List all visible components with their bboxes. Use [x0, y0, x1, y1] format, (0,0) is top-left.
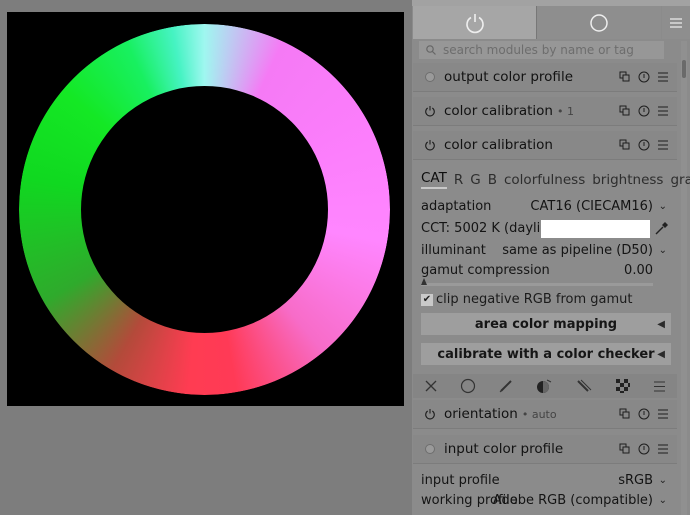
gamut-slider-track[interactable]	[421, 283, 653, 286]
working-profile-combobox[interactable]: working profile Adobe RGB (compatible) ⌄	[421, 493, 667, 508]
gamut-compression-slider[interactable]: gamut compression 0.00	[421, 263, 667, 278]
chevron-down-icon: ⌄	[658, 475, 667, 486]
chevron-down-icon: ⌄	[658, 201, 667, 212]
tab-gray[interactable]: gray	[670, 172, 690, 188]
module-header-color-calibration[interactable]: color calibration	[413, 131, 677, 160]
area-color-mapping-button[interactable]: area color mapping ◀	[421, 313, 671, 335]
reset-icon[interactable]	[637, 407, 650, 420]
tab-all-modules[interactable]	[537, 6, 661, 39]
circle-icon	[590, 13, 608, 32]
search-icon	[426, 45, 436, 55]
color-picker-icon[interactable]	[654, 221, 669, 236]
collapse-triangle-icon: ◀	[657, 318, 665, 330]
input-profile-combobox[interactable]: input profile sRGB ⌄	[421, 473, 667, 488]
adaptation-value: CAT16 (CIECAM16)	[530, 199, 653, 214]
image-canvas[interactable]	[7, 12, 404, 406]
power-icon[interactable]	[423, 138, 437, 152]
gamut-compression-label: gamut compression	[421, 263, 550, 278]
module-instance-label: • 1	[556, 104, 574, 118]
area-color-mapping-label: area color mapping	[474, 316, 618, 332]
module-name: output color profile	[444, 69, 573, 85]
chevron-down-icon: ⌄	[658, 245, 667, 256]
multi-instance-icon[interactable]	[618, 138, 631, 151]
module-header-output-color-profile[interactable]: output color profile	[413, 63, 677, 92]
reset-icon[interactable]	[637, 70, 650, 83]
module-name: color calibration	[444, 103, 553, 119]
search-placeholder: search modules by name or tag	[443, 43, 634, 57]
gamut-slider-knob[interactable]	[421, 278, 427, 285]
presets-icon[interactable]	[656, 104, 669, 117]
input-profile-value: sRGB	[618, 473, 653, 488]
hamburger-icon[interactable]	[653, 380, 666, 393]
tab-active-modules[interactable]	[413, 6, 536, 39]
calibrate-color-checker-label: calibrate with a color checker	[437, 346, 655, 362]
panel-scrollbar-thumb[interactable]	[682, 60, 686, 78]
module-always-on-icon	[423, 70, 437, 84]
module-header-orientation[interactable]: orientation • auto	[413, 400, 677, 429]
adaptation-label: adaptation	[421, 199, 492, 214]
adaptation-combobox[interactable]: adaptation CAT16 (CIECAM16) ⌄	[421, 199, 667, 214]
module-always-on-icon	[423, 442, 437, 456]
checkmark-icon[interactable]: ✔	[421, 293, 433, 306]
module-header-input-color-profile[interactable]: input color profile	[413, 435, 677, 464]
illuminant-color-swatch[interactable]	[541, 220, 650, 238]
clip-negative-checkbox[interactable]: ✔ clip negative RGB from gamut	[421, 292, 633, 307]
raster-mask-icon[interactable]	[615, 378, 631, 394]
reset-icon[interactable]	[637, 104, 650, 117]
multi-instance-icon[interactable]	[618, 70, 631, 83]
tab-g[interactable]: G	[470, 172, 480, 188]
presets-icon[interactable]	[656, 70, 669, 83]
working-profile-value: Adobe RGB (compatible)	[492, 493, 653, 508]
input-profile-label: input profile	[421, 473, 500, 488]
tab-b[interactable]: B	[488, 172, 497, 188]
multi-instance-icon[interactable]	[618, 104, 631, 117]
hamburger-icon	[670, 17, 682, 28]
drawn-parametric-mask-icon[interactable]	[575, 378, 593, 394]
uniform-blend-icon[interactable]	[460, 378, 476, 394]
multi-instance-icon[interactable]	[618, 407, 631, 420]
power-icon	[465, 13, 484, 33]
presets-icon[interactable]	[656, 138, 669, 151]
tab-colorfulness[interactable]: colorfulness	[504, 172, 585, 188]
reset-icon[interactable]	[637, 138, 650, 151]
reset-icon[interactable]	[637, 442, 650, 455]
module-name: input color profile	[444, 441, 564, 457]
calibration-tabs: CAT R G B colorfulness brightness gray	[421, 170, 690, 189]
collapse-triangle-icon: ◀	[657, 348, 665, 360]
illuminant-label: illuminant	[421, 243, 486, 258]
color-wheel-image	[19, 24, 390, 395]
power-icon[interactable]	[423, 104, 437, 118]
module-name: color calibration	[444, 137, 553, 153]
illuminant-value: same as pipeline (D50)	[502, 243, 653, 258]
module-name: orientation	[444, 406, 518, 422]
presets-icon[interactable]	[656, 407, 669, 420]
blend-mask-toolbar	[413, 374, 677, 398]
power-icon[interactable]	[423, 407, 437, 421]
module-search-box[interactable]: search modules by name or tag	[419, 41, 664, 59]
illuminant-combobox[interactable]: illuminant same as pipeline (D50) ⌄	[421, 243, 667, 258]
panel-scrollbar[interactable]	[681, 41, 687, 515]
presets-icon[interactable]	[656, 442, 669, 455]
tab-brightness[interactable]: brightness	[592, 172, 663, 188]
tab-r[interactable]: R	[454, 172, 463, 188]
drawn-mask-icon[interactable]	[498, 378, 514, 394]
gamut-compression-value: 0.00	[624, 263, 653, 278]
calibrate-color-checker-button[interactable]: calibrate with a color checker ◀	[421, 343, 671, 365]
multi-instance-icon[interactable]	[618, 442, 631, 455]
presets-menu-button[interactable]	[662, 6, 690, 39]
tab-cat[interactable]: CAT	[421, 170, 447, 189]
close-icon[interactable]	[424, 379, 438, 393]
clip-negative-label: clip negative RGB from gamut	[436, 292, 633, 307]
parametric-mask-icon[interactable]	[535, 378, 553, 394]
chevron-down-icon: ⌄	[658, 495, 667, 506]
module-header-color-calibration-1[interactable]: color calibration • 1	[413, 97, 677, 126]
module-instance-label: • auto	[521, 407, 557, 421]
